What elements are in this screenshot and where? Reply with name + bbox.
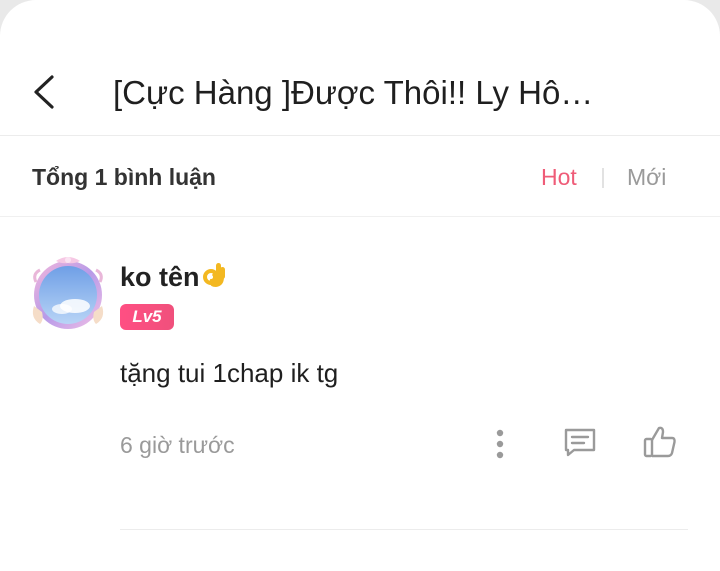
chevron-left-icon — [34, 75, 54, 109]
comment-reply-icon — [564, 428, 596, 457]
comment-username[interactable]: ko tên — [120, 258, 228, 299]
tab-new[interactable]: Mới — [627, 162, 666, 192]
tab-separator — [602, 168, 604, 188]
like-button[interactable] — [638, 420, 682, 464]
comment-divider — [120, 529, 688, 530]
thumbs-up-icon — [643, 426, 676, 458]
more-options-button[interactable] — [484, 424, 516, 464]
comment-sheet: [Cực Hàng ]Được Thôi!! Ly Hô… Tổng 1 bìn… — [0, 0, 720, 571]
comment-text: tặng tui 1chap ik tg — [120, 358, 339, 388]
more-vertical-icon — [496, 429, 504, 459]
level-badge: Lv5 — [120, 304, 174, 330]
comment-count: Tổng 1 bình luận — [32, 164, 216, 190]
back-button[interactable] — [22, 66, 66, 118]
comments-bar: Tổng 1 bình luận Hot Mới — [0, 136, 720, 217]
comment-timestamp: 6 giờ trước — [120, 432, 235, 458]
username-text: ko tên — [120, 262, 200, 292]
header: [Cực Hàng ]Được Thôi!! Ly Hô… — [0, 0, 720, 136]
avatar[interactable] — [26, 254, 110, 334]
page-title: [Cực Hàng ]Được Thôi!! Ly Hô… — [113, 74, 594, 111]
avatar-frame-image — [32, 257, 104, 329]
tab-hot[interactable]: Hot — [541, 162, 577, 192]
reply-button[interactable] — [558, 422, 602, 462]
ok-hand-emoji-icon — [202, 259, 228, 299]
